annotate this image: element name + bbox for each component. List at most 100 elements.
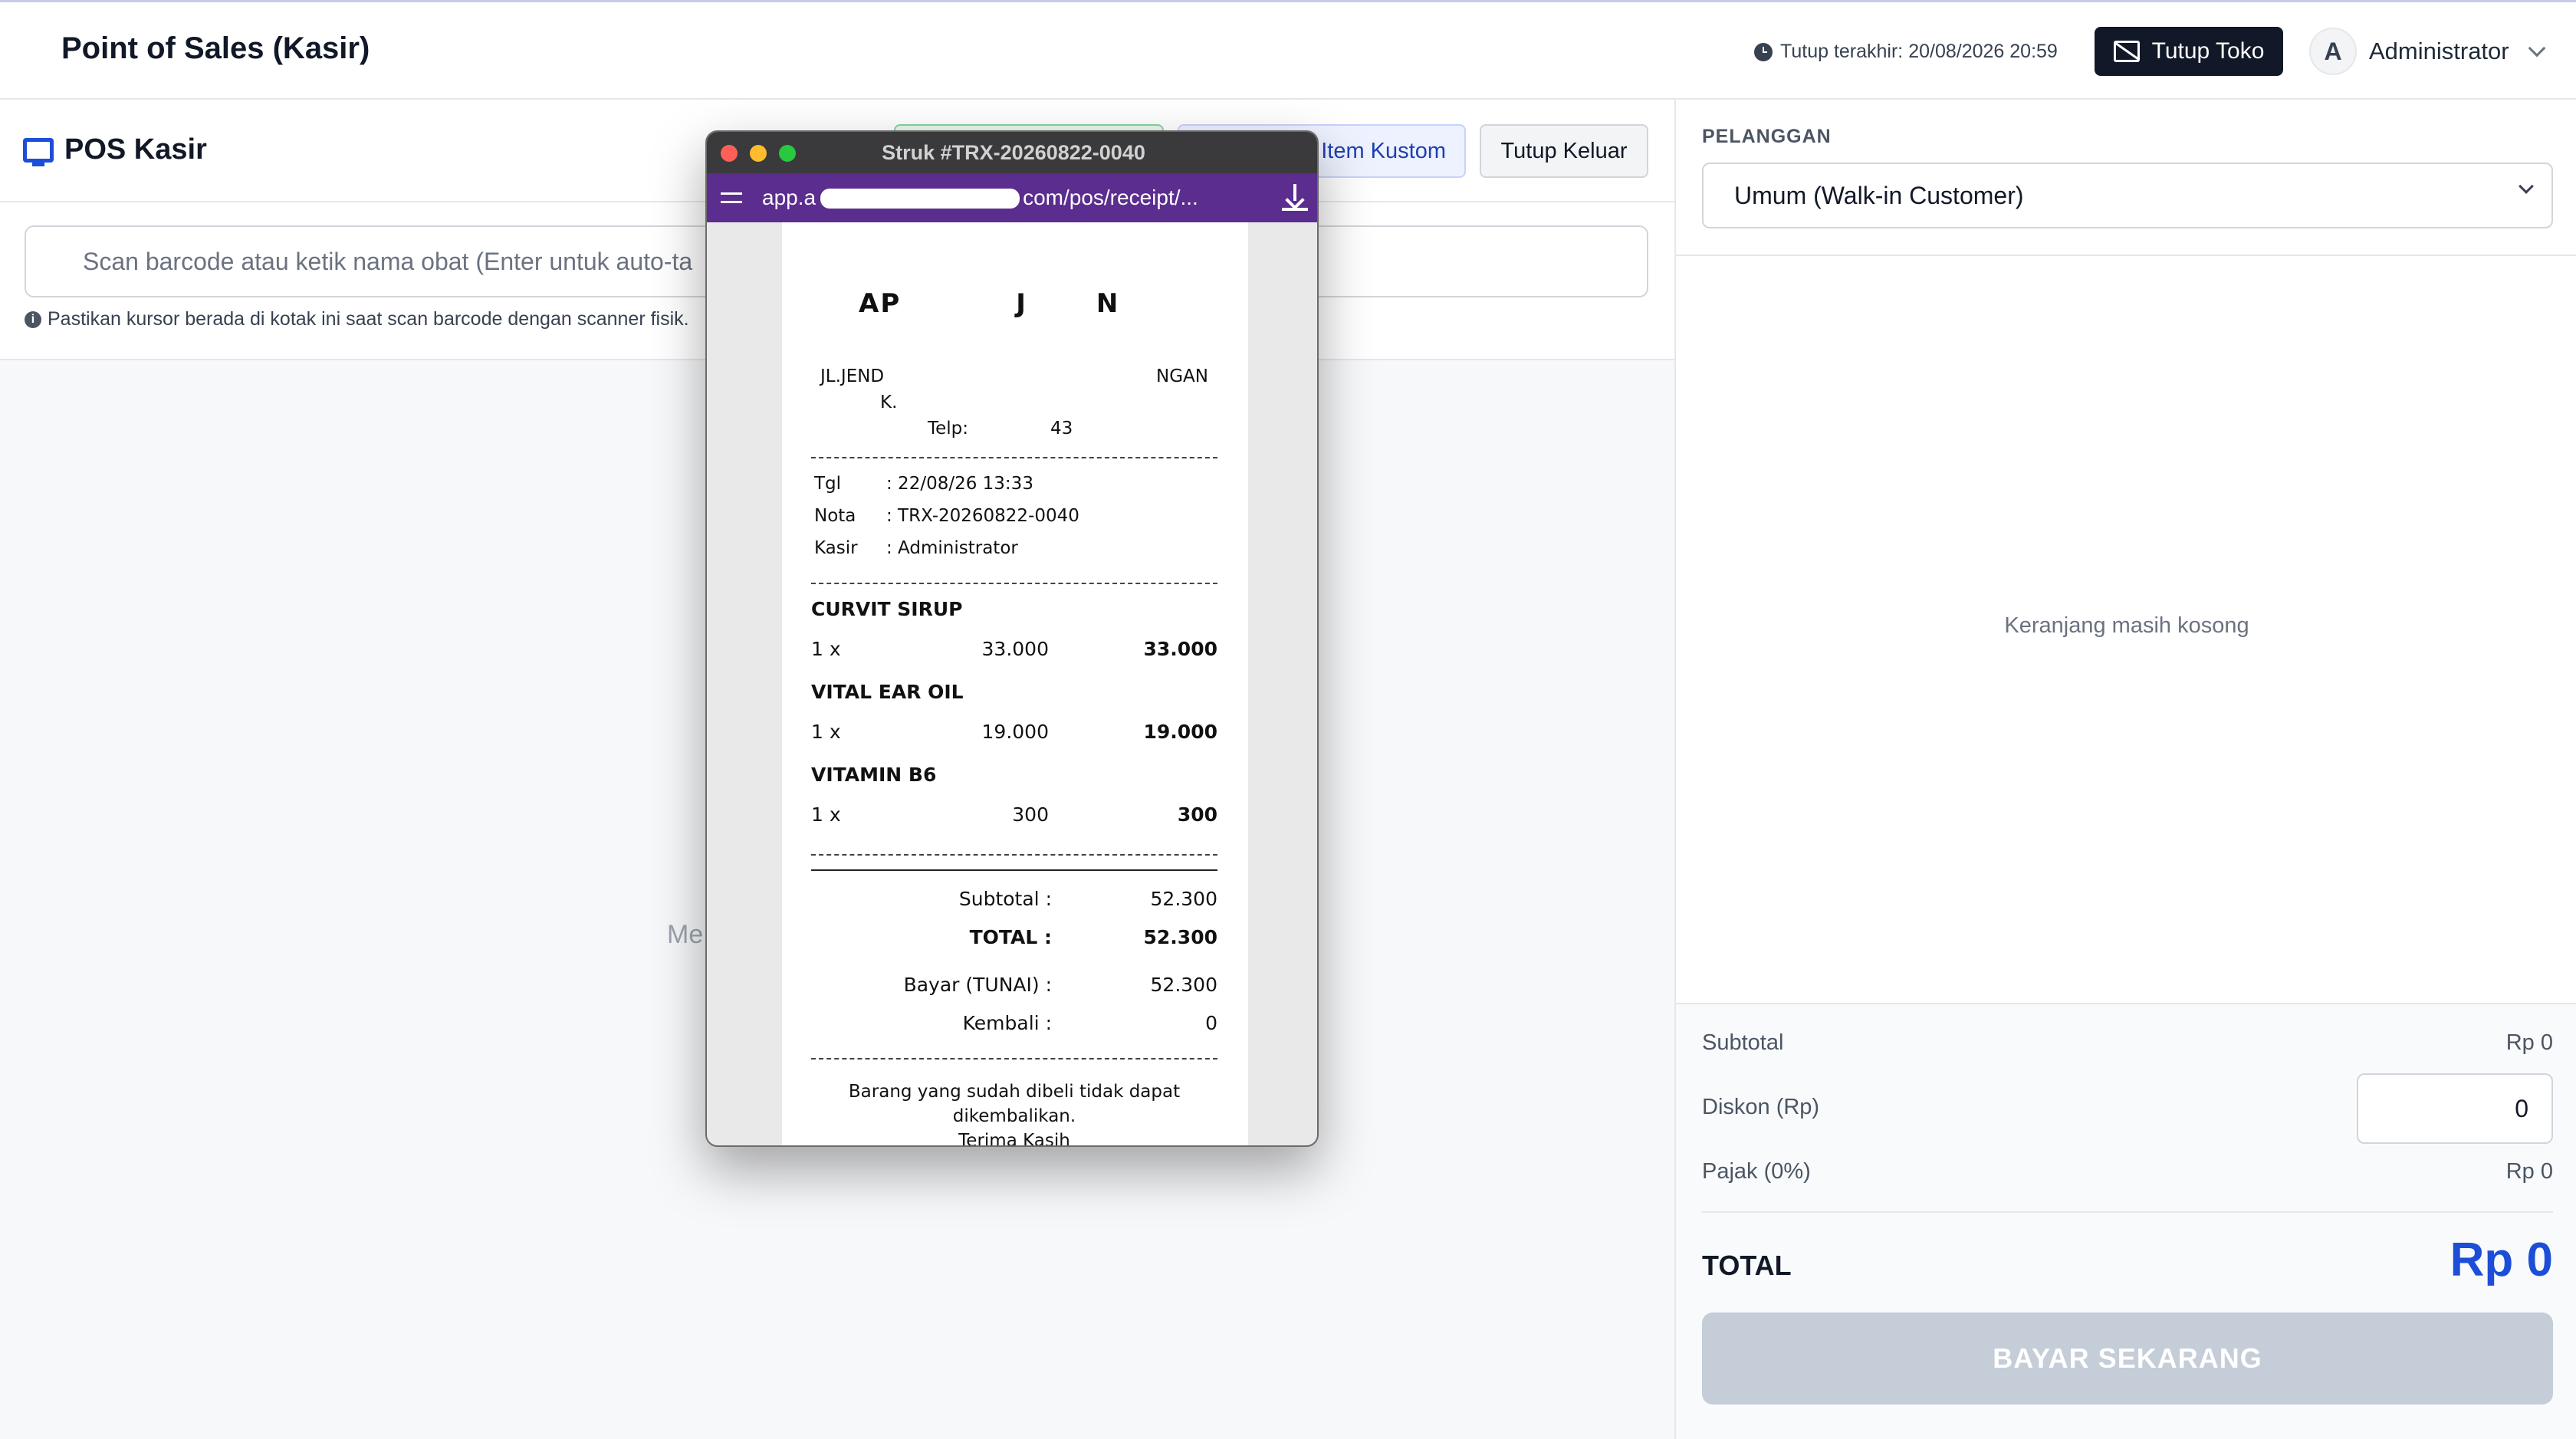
subtotal-row: Subtotal Rp 0	[1702, 1030, 2553, 1056]
subtotal-label: Subtotal	[1702, 1030, 1784, 1055]
pos-title-text: POS Kasir	[64, 133, 207, 166]
receipt-paid-value: 52.300	[1150, 974, 1217, 996]
pos-title: POS Kasir	[23, 133, 207, 166]
receipt-change-row: Kembali : 0	[811, 1012, 1217, 1034]
receipt-total-label: TOTAL :	[969, 926, 1052, 948]
url-bar[interactable]: app.a com/pos/receipt/...	[707, 173, 1317, 222]
close-store-button[interactable]: Tutup Toko	[2095, 27, 2283, 76]
receipt-item-name: CURVIT SIRUP	[811, 598, 963, 620]
receipt-item-name: VITAL EAR OIL	[811, 681, 964, 703]
receipt-paper: AP J N JL.JEND NGAN K. Telp: 43 Tgl : 22/08…	[782, 222, 1248, 1147]
pay-now-button[interactable]: BAYAR SEKARANG	[1702, 1313, 2553, 1405]
receipt-subtotal-row: Subtotal : 52.300	[811, 888, 1217, 910]
solid-divider	[811, 869, 1217, 871]
receipt-footer-line: Barang yang sudah dibeli tidak dapat	[848, 1082, 1181, 1102]
discount-row: Diskon (Rp)	[1702, 1095, 2315, 1120]
chevron-down-icon	[2518, 179, 2534, 194]
receipt-item-qty: 1 x	[811, 803, 841, 826]
receipt-popup-window: Struk #TRX-20260822-0040 app.a com/pos/re…	[705, 130, 1319, 1147]
custom-item-label: Item Kustom	[1321, 138, 1446, 163]
receipt-total-value: 52.300	[1143, 926, 1217, 948]
customer-select-value: Umum (Walk-in Customer)	[1734, 181, 2024, 209]
receipt-meta-value: : 22/08/26 13:33	[886, 474, 1033, 494]
receipt-change-label: Kembali :	[962, 1012, 1052, 1034]
cart-empty-text: Keranjang masih kosong	[2004, 613, 2249, 638]
receipt-footer-line: Terima Kasih	[958, 1131, 1070, 1147]
tax-row: Pajak (0%) Rp 0	[1702, 1159, 2553, 1184]
phone-value: 43	[1050, 419, 1073, 439]
monitor-icon	[23, 137, 54, 166]
receipt-item-total: 300	[1177, 803, 1217, 826]
divider	[1676, 255, 2576, 256]
tax-label: Pajak (0%)	[1702, 1159, 1811, 1184]
receipt-item-price: 300	[1012, 803, 1049, 826]
receipt-meta-key: Tgl	[814, 474, 842, 494]
store-name: AP J N	[859, 288, 1119, 319]
url-suffix: com/pos/receipt/...	[1023, 186, 1198, 209]
phone-label: Telp:	[928, 419, 969, 439]
user-name: Administrator	[2369, 38, 2509, 64]
cart-summary: Subtotal Rp 0 Diskon (Rp) Pajak (0%) Rp …	[1676, 1003, 2576, 1439]
receipt-subtotal-value: 52.300	[1150, 888, 1217, 910]
info-icon: i	[25, 310, 41, 328]
receipt-paid-row: Bayar (TUNAI) : 52.300	[811, 974, 1217, 996]
receipt-item-name: VITAMIN B6	[811, 764, 937, 786]
receipt-item-line: 1 x 300 300	[811, 803, 1217, 826]
customer-label: PELANGGAN	[1702, 126, 1832, 147]
cart-panel: PELANGGAN Umum (Walk-in Customer) Keranj…	[1674, 100, 2576, 1439]
app-title: Point of Sales (Kasir)	[61, 31, 370, 65]
store-name-part: AP	[859, 288, 902, 319]
receipt-meta-value: : Administrator	[886, 538, 1018, 558]
total-value: Rp 0	[2450, 1234, 2553, 1286]
subtotal-value: Rp 0	[2505, 1030, 2553, 1055]
avatar: A	[2309, 28, 2357, 75]
receipt-meta-value: : TRX-20260822-0040	[886, 506, 1079, 526]
receipt-item-qty: 1 x	[811, 721, 841, 743]
receipt-item-line: 1 x 19.000 19.000	[811, 721, 1217, 743]
user-menu[interactable]: A Administrator	[2309, 27, 2545, 76]
receipt-footer-line: dikembalikan.	[952, 1106, 1076, 1126]
site-settings-icon[interactable]	[721, 189, 742, 207]
address-line2: K.	[880, 393, 898, 412]
receipt-subtotal-label: Subtotal :	[958, 888, 1052, 910]
receipt-meta-key: Nota	[814, 506, 856, 526]
receipt-item-price: 19.000	[981, 721, 1049, 743]
discount-input[interactable]	[2357, 1073, 2553, 1144]
dashed-divider	[811, 583, 1217, 584]
last-close-info: Tutup terakhir: 20/08/2026 20:59	[1754, 41, 2058, 63]
address-right: NGAN	[1156, 366, 1208, 386]
receipt-item-line: 1 x 33.000 33.000	[811, 638, 1217, 660]
customer-select[interactable]: Umum (Walk-in Customer)	[1702, 163, 2553, 228]
receipt-paid-label: Bayar (TUNAI) :	[903, 974, 1052, 996]
redaction-scribble	[820, 189, 1020, 209]
exit-button[interactable]: Tutup Keluar	[1480, 124, 1648, 178]
exit-label: Tutup Keluar	[1500, 138, 1628, 163]
clock-icon	[1754, 42, 1773, 61]
receipt-total-row: TOTAL : 52.300	[811, 926, 1217, 948]
store-name-part: N	[1096, 288, 1120, 319]
window-titlebar[interactable]: Struk #TRX-20260822-0040	[707, 132, 1317, 173]
store-name-part: J	[1016, 288, 1027, 319]
last-close-text: Tutup terakhir: 20/08/2026 20:59	[1780, 41, 2058, 62]
discount-label: Diskon (Rp)	[1702, 1095, 1820, 1119]
receipt-item-qty: 1 x	[811, 638, 841, 660]
scan-hint-text: Pastikan kursor berada di kotak ini saat…	[48, 308, 689, 330]
scan-hint: i Pastikan kursor berada di kotak ini sa…	[25, 308, 689, 330]
address-left: JL.JEND	[820, 366, 885, 386]
top-header: Point of Sales (Kasir) Tutup terakhir: 2…	[0, 0, 2576, 100]
download-icon[interactable]	[1282, 184, 1308, 212]
dashed-divider	[811, 457, 1217, 458]
chevron-down-icon	[2528, 39, 2545, 57]
dashed-divider	[811, 854, 1217, 856]
store-closed-icon	[2113, 41, 2140, 62]
receipt-change-value: 0	[1205, 1012, 1217, 1034]
redaction-mask	[912, 337, 1089, 360]
window-title: Struk #TRX-20260822-0040	[882, 141, 1145, 164]
divider	[1702, 1211, 2553, 1213]
total-label: TOTAL	[1702, 1250, 1792, 1281]
receipt-item-total: 33.000	[1143, 638, 1217, 660]
receipt-item-total: 19.000	[1143, 721, 1217, 743]
receipt-meta-key: Kasir	[814, 538, 858, 558]
close-store-label: Tutup Toko	[2151, 38, 2265, 64]
dashed-divider	[811, 1058, 1217, 1060]
